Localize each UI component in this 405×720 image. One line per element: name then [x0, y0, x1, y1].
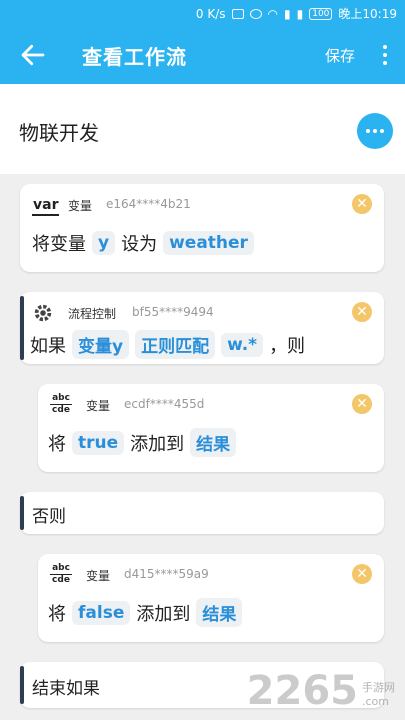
- watermark-number: 2265: [246, 668, 358, 714]
- chip-value[interactable]: false: [72, 600, 131, 625]
- block-line: 将变量 y 设为 weather: [32, 230, 254, 256]
- block-else[interactable]: 否则: [20, 492, 384, 534]
- workflow-header: 物联开发: [0, 84, 405, 174]
- chip-pattern[interactable]: w.*: [221, 332, 264, 357]
- status-bar: 0 K/s ◠ ▮ ▮ 100 晚上10:19: [0, 0, 405, 26]
- block-line: 将 true 添加到 结果: [48, 428, 237, 457]
- end-if-label: 结束如果: [32, 679, 100, 699]
- block-variable-append-2[interactable]: abc cde 变量 d415****59a9 ✕ 将 false 添加到 结果: [38, 554, 384, 642]
- block-type: 变量: [68, 199, 93, 213]
- block-code: bf55****9494: [132, 305, 214, 319]
- chip-value[interactable]: true: [72, 430, 125, 455]
- chip-variable[interactable]: y: [92, 231, 116, 255]
- else-label: 否则: [32, 507, 66, 527]
- text: 添加到: [136, 603, 191, 625]
- gear-icon: [34, 304, 52, 322]
- abc-cde-icon: abc cde: [50, 564, 76, 586]
- signal-icon: ▮: [284, 6, 291, 21]
- vibrate-icon: [231, 8, 244, 19]
- watermark-text: 手游网: [362, 681, 395, 694]
- chip-operator[interactable]: 正则匹配: [135, 330, 216, 359]
- block-code: e164****4b21: [106, 197, 191, 211]
- var-icon: var: [32, 194, 60, 216]
- battery-indicator: 100: [309, 7, 333, 20]
- text: 如果: [30, 335, 66, 357]
- block-type: 变量: [86, 569, 111, 583]
- watermark-logo: 2265 手游网 .com: [247, 668, 395, 714]
- eye-icon: [249, 8, 262, 19]
- network-speed: 0 K/s: [195, 6, 226, 21]
- text: 将变量: [32, 234, 86, 255]
- block-line: 如果 变量y 正则匹配 w.* ，则: [30, 330, 305, 359]
- block-code: d415****59a9: [124, 567, 209, 581]
- back-arrow-icon[interactable]: [18, 40, 48, 70]
- chip-variable[interactable]: 变量y: [72, 330, 130, 359]
- signal-icon-2: ▮: [296, 6, 304, 21]
- workflow-name: 物联开发: [19, 121, 99, 145]
- chip-value[interactable]: weather: [163, 231, 254, 255]
- page-title: 查看工作流: [82, 45, 187, 69]
- block-line: 将 false 添加到 结果: [48, 598, 243, 627]
- text: 将: [48, 433, 66, 455]
- watermark-domain: .com: [362, 695, 389, 708]
- close-icon[interactable]: ✕: [352, 194, 372, 214]
- close-icon[interactable]: ✕: [352, 564, 372, 584]
- text: 添加到: [130, 433, 185, 455]
- block-code: ecdf****455d: [124, 397, 205, 411]
- wifi-icon: ◠: [267, 6, 278, 21]
- text: 将: [48, 603, 66, 625]
- block-variable-append[interactable]: abc cde 变量 ecdf****455d ✕ 将 true 添加到 结果: [38, 384, 384, 472]
- block-flow-control[interactable]: 流程控制 bf55****9494 ✕ 如果 变量y 正则匹配 w.* ，则: [20, 292, 384, 364]
- chip-target[interactable]: 结果: [190, 428, 237, 457]
- close-icon[interactable]: ✕: [352, 302, 372, 322]
- clock: 晚上10:19: [338, 7, 397, 21]
- block-type: 流程控制: [68, 307, 117, 321]
- text: ，则: [269, 335, 306, 357]
- save-button[interactable]: 保存: [325, 45, 355, 66]
- close-icon[interactable]: ✕: [352, 394, 372, 414]
- block-type: 变量: [86, 399, 111, 413]
- abc-cde-icon: abc cde: [50, 394, 76, 416]
- chip-target[interactable]: 结果: [196, 598, 243, 627]
- more-options-icon[interactable]: [381, 43, 389, 67]
- text: 设为: [121, 234, 158, 255]
- app-bar: 查看工作流 保存: [0, 26, 405, 84]
- block-variable-set[interactable]: var 变量 e164****4b21 ✕ 将变量 y 设为 weather: [20, 184, 384, 272]
- workflow-menu-button[interactable]: [357, 113, 393, 149]
